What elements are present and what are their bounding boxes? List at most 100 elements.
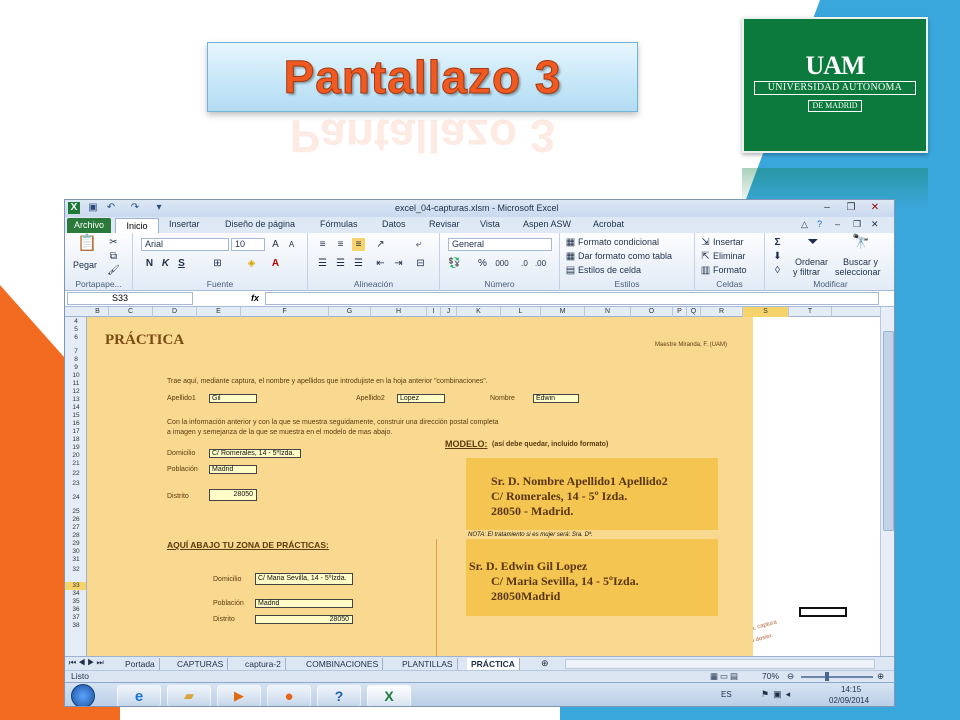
apellido2-cell[interactable]: Lopez xyxy=(397,394,445,403)
row-header[interactable]: 9 xyxy=(65,364,86,372)
row-header[interactable]: 11 xyxy=(65,380,86,388)
sheet-tab-combinaciones[interactable]: COMBINACIONES xyxy=(302,658,384,670)
column-header[interactable]: H xyxy=(371,307,427,317)
increase-indent-icon[interactable]: ⇥ xyxy=(392,257,405,270)
column-header[interactable]: M xyxy=(541,307,585,317)
row-header[interactable]: 12 xyxy=(65,388,86,396)
underline-icon[interactable]: S xyxy=(175,257,188,270)
column-header[interactable]: J xyxy=(441,307,457,317)
row-header[interactable]: 16 xyxy=(65,420,86,428)
tab-datos[interactable]: Datos xyxy=(382,219,406,229)
fx-icon[interactable]: fx xyxy=(251,293,259,303)
view-buttons-icon[interactable]: ▦▭▤ xyxy=(710,671,740,682)
row-header[interactable]: 7 xyxy=(65,348,86,356)
column-header[interactable]: G xyxy=(329,307,371,317)
row-header[interactable]: 15 xyxy=(65,412,86,420)
accounting-format-icon[interactable]: 💱 xyxy=(448,257,461,270)
close-icon[interactable]: ✕ xyxy=(865,201,885,215)
align-right-icon[interactable]: ☰ xyxy=(352,257,365,270)
row-header[interactable]: 25 xyxy=(65,508,86,516)
align-center-icon[interactable]: ☰ xyxy=(334,257,347,270)
font-name-combo[interactable]: Arial xyxy=(141,238,229,251)
doc-minimize-icon[interactable]: – xyxy=(835,219,840,229)
scroll-thumb[interactable] xyxy=(883,331,894,531)
formato-tabla-button[interactable]: Dar formato como tabla xyxy=(578,251,672,261)
tab-inicio[interactable]: Inicio xyxy=(115,218,159,233)
orientation-icon[interactable]: ↗ xyxy=(374,238,387,251)
poblacion-cell[interactable]: Madrid xyxy=(209,465,257,474)
paste-icon[interactable]: 📋 xyxy=(77,236,97,257)
formato-condicional-button[interactable]: Formato condicional xyxy=(578,237,659,247)
buscar-button[interactable]: Buscar y xyxy=(843,257,878,267)
fill-color-icon[interactable]: ◈ xyxy=(245,257,258,270)
fill-icon[interactable]: ⬇ xyxy=(771,250,784,263)
sheet-tab-captura-2[interactable]: captura-2 xyxy=(241,658,286,670)
copy-icon[interactable]: ⧉ xyxy=(107,250,120,263)
shrink-font-icon[interactable]: A xyxy=(285,238,298,251)
clear-icon[interactable]: ◊ xyxy=(771,264,784,277)
row-header[interactable]: 19 xyxy=(65,444,86,452)
tab-revisar[interactable]: Revisar xyxy=(429,219,460,229)
cut-icon[interactable]: ✂ xyxy=(107,236,120,249)
row-header[interactable]: 13 xyxy=(65,396,86,404)
zoom-out-icon[interactable]: ⊖ xyxy=(787,671,794,682)
formato-button[interactable]: Formato xyxy=(713,265,747,275)
help-icon[interactable]: ? xyxy=(817,219,822,229)
column-header[interactable]: Q xyxy=(687,307,701,317)
insertar-button[interactable]: Insertar xyxy=(713,237,744,247)
media-player-icon[interactable]: ▶ xyxy=(217,685,261,706)
name-box[interactable]: S33 xyxy=(67,292,193,305)
borders-icon[interactable]: ⊞ xyxy=(211,257,224,270)
column-header[interactable]: N xyxy=(585,307,631,317)
merge-cells-icon[interactable]: ⊟ xyxy=(414,257,427,270)
decrease-decimal-icon[interactable]: .00 xyxy=(534,257,547,270)
autosum-icon[interactable]: Σ xyxy=(771,236,784,249)
vertical-scrollbar[interactable] xyxy=(880,307,894,656)
customize-qat-icon[interactable]: ▾ xyxy=(153,202,165,214)
row-header[interactable]: 33 xyxy=(65,582,86,590)
excel-app-icon[interactable]: X xyxy=(68,202,80,214)
sheet-tab-plantillas[interactable]: PLANTILLAS xyxy=(398,658,458,670)
selected-cell-s33[interactable] xyxy=(799,607,847,617)
p-distrito-cell[interactable]: 28050 xyxy=(255,615,353,624)
row-header[interactable]: 26 xyxy=(65,516,86,524)
zoom-level[interactable]: 70% xyxy=(762,671,779,681)
formula-input[interactable] xyxy=(265,292,879,305)
row-header[interactable]: 38 xyxy=(65,622,86,630)
ribbon-minimize-icon[interactable]: △ xyxy=(801,219,808,230)
sheet-area[interactable]: PRÁCTICA Maestre Miranda, F. (UAM) Trae … xyxy=(87,317,753,656)
explorer-icon[interactable]: ▰ xyxy=(167,685,211,706)
zoom-slider-thumb[interactable] xyxy=(825,672,829,681)
column-header[interactable]: K xyxy=(457,307,501,317)
nombre-cell[interactable]: Edwin xyxy=(533,394,579,403)
row-header[interactable]: 21 xyxy=(65,460,86,468)
redo-icon[interactable]: ↷ xyxy=(129,202,141,214)
clock-time[interactable]: 14:15 xyxy=(841,685,861,694)
find-icon[interactable]: 🔭 xyxy=(851,234,871,253)
column-header[interactable]: S xyxy=(743,307,789,317)
doc-restore-icon[interactable]: ❐ xyxy=(853,219,861,230)
grow-font-icon[interactable]: A xyxy=(269,238,282,251)
column-header[interactable]: B xyxy=(87,307,109,317)
save-icon[interactable]: ▣ xyxy=(87,202,99,214)
tab-acrobat[interactable]: Acrobat xyxy=(593,219,624,229)
distrito-cell[interactable]: 28050 xyxy=(209,489,257,501)
row-header[interactable]: 28 xyxy=(65,532,86,540)
filtrar-button[interactable]: y filtrar xyxy=(793,267,820,277)
row-header[interactable]: 30 xyxy=(65,548,86,556)
row-header[interactable]: 23 xyxy=(65,480,86,488)
tab-diseno-pagina[interactable]: Diseño de página xyxy=(225,219,295,229)
new-sheet-icon[interactable]: ⊕ xyxy=(541,658,549,669)
decrease-indent-icon[interactable]: ⇤ xyxy=(374,257,387,270)
tab-aspen[interactable]: Aspen ASW xyxy=(523,219,571,229)
thousands-icon[interactable]: 000 xyxy=(492,257,512,270)
undo-icon[interactable]: ↶ xyxy=(105,202,117,214)
row-header[interactable]: 6 xyxy=(65,334,86,342)
column-header[interactable]: L xyxy=(501,307,541,317)
format-painter-icon[interactable]: 🖌 xyxy=(107,264,120,277)
tray-icons[interactable]: ⚑▣◂ xyxy=(761,689,794,700)
font-color-icon[interactable]: A xyxy=(269,257,282,270)
wrap-text-icon[interactable]: ⤶ xyxy=(412,238,425,251)
row-header[interactable]: 34 xyxy=(65,590,86,598)
eliminar-button[interactable]: Eliminar xyxy=(713,251,746,261)
